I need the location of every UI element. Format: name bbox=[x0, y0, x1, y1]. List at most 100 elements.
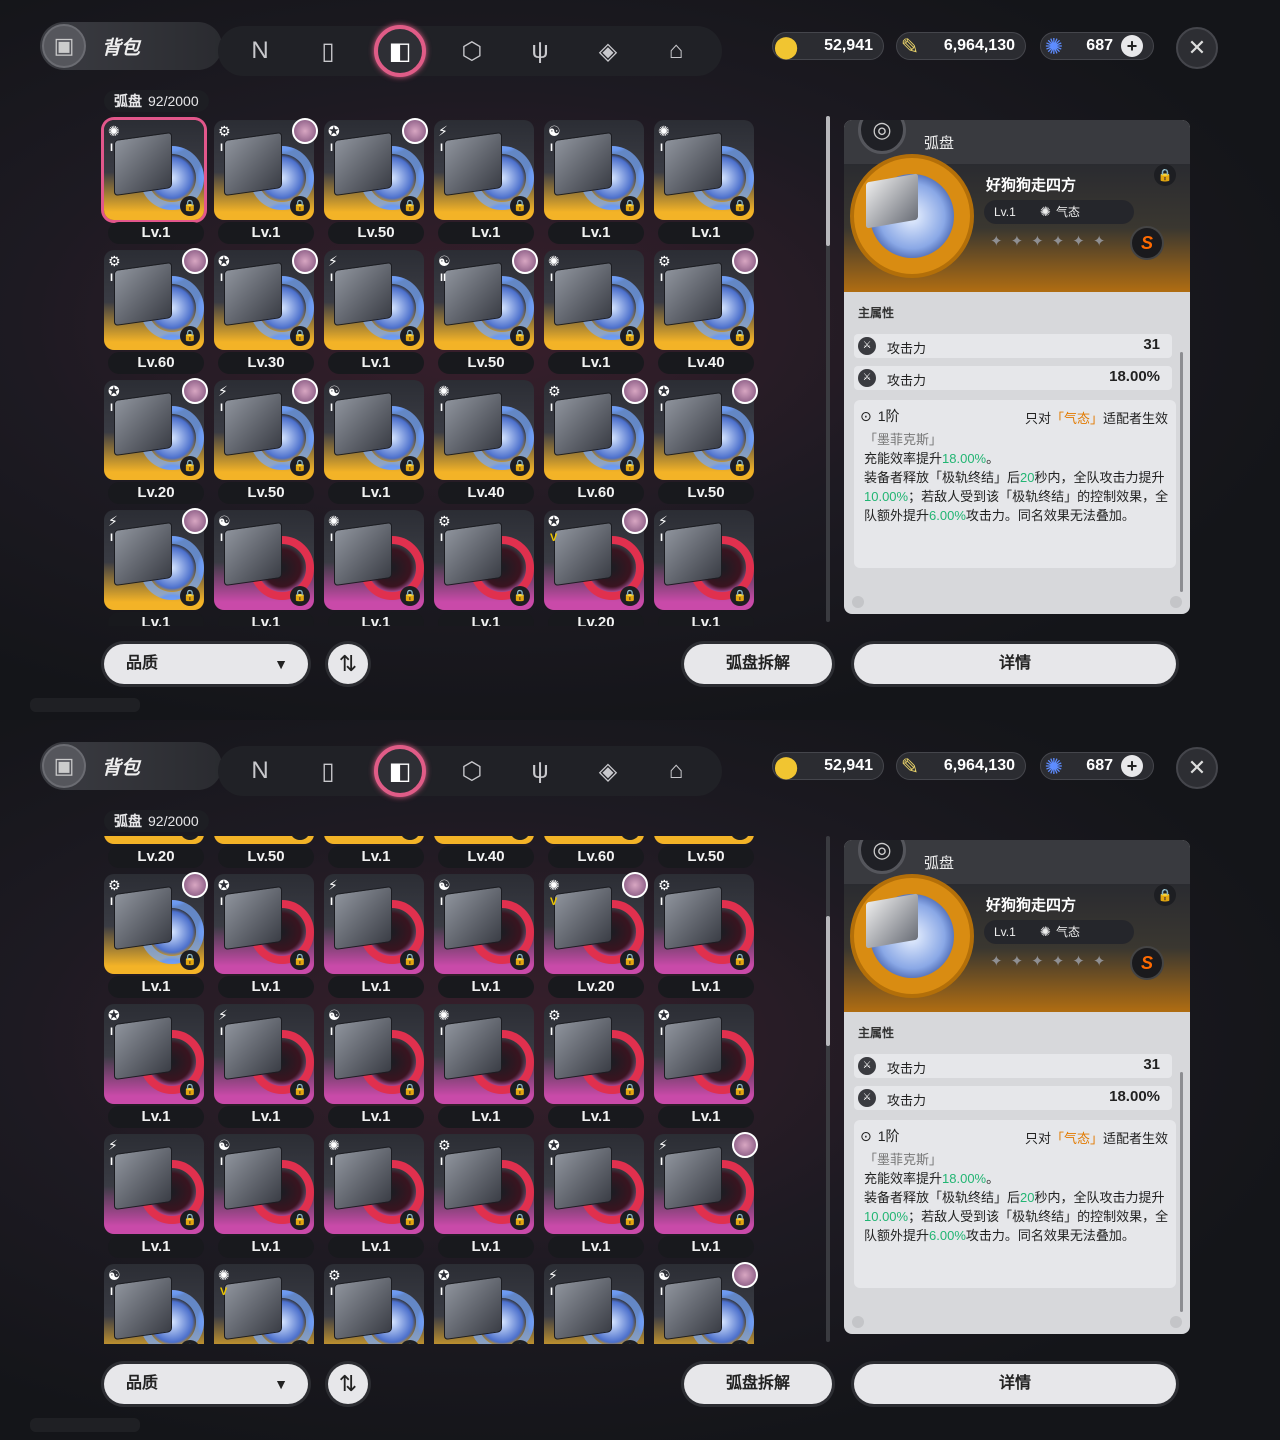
tab-ninja[interactable]: N bbox=[242, 33, 278, 69]
crystal-display[interactable]: ✺ 687 + bbox=[1040, 32, 1154, 60]
lock-icon[interactable]: 🔒 bbox=[510, 950, 530, 970]
lock-icon[interactable]: 🔒 bbox=[620, 1080, 640, 1100]
lock-icon[interactable]: 🔒 bbox=[290, 326, 310, 346]
disc-slot[interactable]: ✪ 🔒 I Lv.50 bbox=[654, 378, 758, 506]
disc-slot[interactable]: ✪ 🔒 V Lv.20 bbox=[544, 508, 648, 626]
disc-slot[interactable]: ⚙ 🔒 I Lv.40 bbox=[654, 248, 758, 376]
lock-icon[interactable]: 🔒 bbox=[730, 586, 750, 606]
grid-scroll-thumb[interactable] bbox=[826, 116, 830, 246]
disc-slot[interactable]: ☯ 🔒 I Lv.1 bbox=[214, 510, 314, 626]
lock-icon[interactable]: 🔒 bbox=[290, 586, 310, 606]
tab-ninja[interactable]: N bbox=[242, 753, 278, 789]
ticket-display[interactable]: ✎ 6,964,130 bbox=[896, 752, 1026, 780]
lock-icon[interactable]: 🔒 bbox=[510, 1080, 530, 1100]
lock-icon[interactable]: 🔒 bbox=[730, 950, 750, 970]
sort-toggle-button[interactable]: ⇅ bbox=[328, 644, 368, 684]
disc-slot[interactable]: ⚡ 🔒 I Lv.1 bbox=[654, 510, 754, 626]
dismantle-button[interactable]: 弧盘拆解 bbox=[684, 644, 832, 684]
disc-slot[interactable]: ✪ 🔒 I Lv.1 bbox=[104, 1004, 204, 1130]
lock-icon[interactable]: 🔒 bbox=[180, 836, 200, 840]
disc-slot[interactable]: ⚡ 🔒 I Lv.1 bbox=[324, 250, 424, 376]
quality-filter-dropdown[interactable]: 品质 ▼ bbox=[104, 644, 308, 684]
crystal-display[interactable]: ✺ 687 + bbox=[1040, 752, 1154, 780]
lock-icon[interactable]: 🔒 bbox=[510, 1210, 530, 1230]
lock-icon[interactable]: 🔒 bbox=[290, 456, 310, 476]
tab-home[interactable]: ⌂ bbox=[658, 33, 694, 69]
disc-slot[interactable]: ✺ 🔒 V Lv.20 bbox=[544, 872, 648, 1000]
tab-box[interactable]: ⬡ bbox=[454, 753, 490, 789]
disc-slot[interactable]: ⚙ 🔒 I Lv.1 bbox=[214, 118, 318, 246]
grid-scroll-thumb[interactable] bbox=[826, 916, 830, 1046]
gold-coin-display[interactable]: ⬤ 52,941 bbox=[772, 32, 884, 60]
disc-slot[interactable]: ⚡ 🔒 I Lv.1 bbox=[214, 1004, 314, 1130]
detail-lock-icon[interactable]: 🔒 bbox=[1154, 884, 1176, 906]
lock-icon[interactable]: 🔒 bbox=[290, 1080, 310, 1100]
lock-icon[interactable]: 🔒 bbox=[400, 1210, 420, 1230]
disc-slot[interactable]: ✪🔒I bbox=[434, 1264, 534, 1344]
tab-food[interactable]: ψ bbox=[522, 33, 558, 69]
add-crystal-button[interactable]: + bbox=[1121, 35, 1143, 57]
lock-icon[interactable]: 🔒 bbox=[730, 1080, 750, 1100]
lock-icon[interactable]: 🔒 bbox=[620, 586, 640, 606]
lock-icon[interactable]: 🔒 bbox=[730, 1210, 750, 1230]
disc-slot[interactable]: ☯ 🔒 I Lv.1 bbox=[324, 380, 424, 506]
details-button[interactable]: 详情 bbox=[854, 644, 1176, 684]
sort-toggle-button[interactable]: ⇅ bbox=[328, 1364, 368, 1404]
disc-slot[interactable]: ⚙🔒 Lv.50 bbox=[214, 836, 314, 870]
lock-icon[interactable]: 🔒 bbox=[180, 950, 200, 970]
detail-lock-icon[interactable]: 🔒 bbox=[1154, 164, 1176, 186]
disc-slot[interactable]: ⚡ 🔒 I Lv.1 bbox=[104, 1134, 204, 1260]
grid-scrollbar[interactable] bbox=[826, 116, 830, 622]
dismantle-button[interactable]: 弧盘拆解 bbox=[684, 1364, 832, 1404]
lock-icon[interactable]: 🔒 bbox=[400, 586, 420, 606]
disc-slot[interactable]: ⚙ 🔒 I Lv.60 bbox=[544, 378, 648, 506]
tab-device[interactable]: ▯ bbox=[310, 33, 346, 69]
disc-slot[interactable]: ✺ 🔒 I Lv.1 bbox=[324, 510, 424, 626]
lock-icon[interactable]: 🔒 bbox=[180, 586, 200, 606]
disc-slot[interactable]: ✺ 🔒 I Lv.1 bbox=[104, 120, 204, 246]
disc-slot[interactable]: ✪ 🔒 I Lv.1 bbox=[654, 1004, 754, 1130]
disc-slot[interactable]: ✺ 🔒 I Lv.1 bbox=[654, 120, 754, 246]
disc-slot[interactable]: ✺🔒V bbox=[214, 1264, 314, 1344]
lock-icon[interactable]: 🔒 bbox=[620, 326, 640, 346]
disc-slot[interactable]: ⚡ 🔒 I Lv.1 bbox=[434, 120, 534, 246]
lock-icon[interactable]: 🔒 bbox=[400, 456, 420, 476]
tab-disc[interactable]: ◧ bbox=[374, 25, 426, 77]
lock-icon[interactable]: 🔒 bbox=[400, 950, 420, 970]
tab-material[interactable]: ◈ bbox=[590, 753, 626, 789]
disc-slot[interactable]: ☯ 🔒 I Lv.1 bbox=[544, 120, 644, 246]
disc-slot[interactable]: ✪ 🔒 I Lv.1 bbox=[544, 1134, 644, 1260]
lock-icon[interactable]: 🔒 bbox=[400, 836, 420, 840]
disc-slot[interactable]: ⚙ 🔒 I Lv.1 bbox=[544, 1004, 644, 1130]
disc-slot[interactable]: ⚙ 🔒 I Lv.1 bbox=[434, 510, 534, 626]
disc-slot[interactable]: ☯ 🔒 II Lv.50 bbox=[434, 248, 538, 376]
lock-icon[interactable]: 🔒 bbox=[730, 456, 750, 476]
disc-slot[interactable]: ⚙ 🔒 I Lv.1 bbox=[104, 872, 208, 1000]
lock-icon[interactable]: 🔒 bbox=[180, 326, 200, 346]
disc-slot[interactable]: ⚙ 🔒 I Lv.60 bbox=[104, 248, 208, 376]
tab-home[interactable]: ⌂ bbox=[658, 753, 694, 789]
lock-icon[interactable]: 🔒 bbox=[400, 1080, 420, 1100]
lock-icon[interactable]: 🔒 bbox=[510, 456, 530, 476]
disc-slot[interactable]: ⚡🔒I bbox=[544, 1264, 644, 1344]
lock-icon[interactable]: 🔒 bbox=[730, 836, 750, 840]
disc-slot[interactable]: ⚙🔒I bbox=[324, 1264, 424, 1344]
disc-slot[interactable]: ☯ 🔒 I Lv.1 bbox=[214, 1134, 314, 1260]
disc-slot[interactable]: ⚙ 🔒 I Lv.1 bbox=[434, 1134, 534, 1260]
close-button[interactable]: ✕ bbox=[1176, 747, 1218, 789]
disc-slot[interactable]: ✪🔒 Lv.1 bbox=[324, 836, 424, 870]
lock-icon[interactable]: 🔒 bbox=[510, 196, 530, 216]
lock-icon[interactable]: 🔒 bbox=[620, 456, 640, 476]
tab-box[interactable]: ⬡ bbox=[454, 33, 490, 69]
disc-slot[interactable]: ✺ 🔒 I Lv.1 bbox=[544, 250, 644, 376]
lock-icon[interactable]: 🔒 bbox=[180, 1080, 200, 1100]
disc-slot[interactable]: ⚡ 🔒 I Lv.50 bbox=[214, 378, 318, 506]
disc-slot[interactable]: ✺🔒 Lv.50 bbox=[654, 836, 754, 870]
lock-icon[interactable]: 🔒 bbox=[510, 836, 530, 840]
details-button[interactable]: 详情 bbox=[854, 1364, 1176, 1404]
lock-icon[interactable]: 🔒 bbox=[510, 586, 530, 606]
detail-scrollbar[interactable] bbox=[1180, 352, 1183, 592]
lock-icon[interactable]: 🔒 bbox=[620, 950, 640, 970]
lock-icon[interactable]: 🔒 bbox=[180, 1210, 200, 1230]
tab-disc[interactable]: ◧ bbox=[374, 745, 426, 797]
